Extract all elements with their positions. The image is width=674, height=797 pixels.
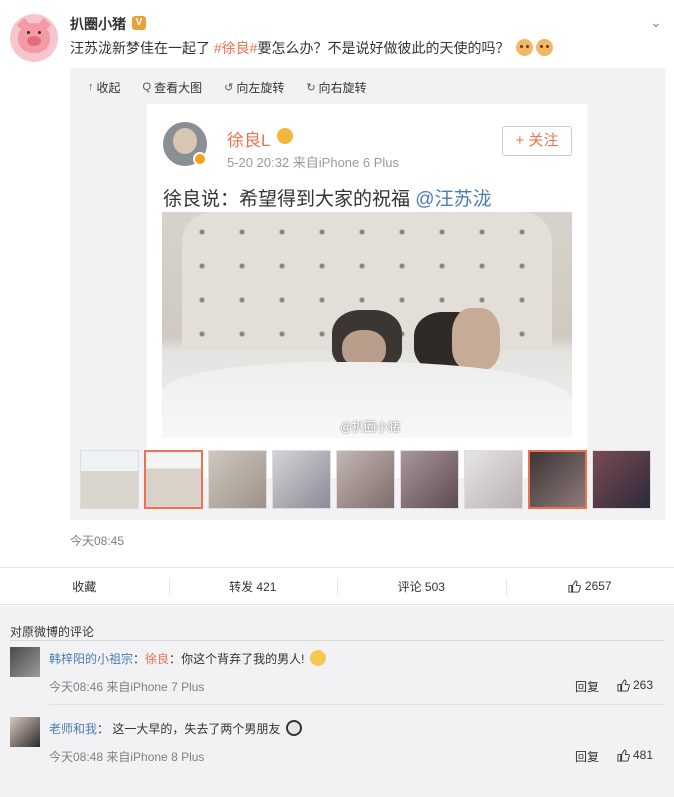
embedded-username: 徐良L: [227, 131, 271, 150]
heart-emoji-icon: [277, 128, 293, 144]
post-text: 汪苏泷新梦佳在一起了 #徐良#要怎么办？不是说好做彼此的天使的吗？: [70, 38, 554, 58]
watermark: @扒圈小猪: [340, 420, 401, 434]
emoji-icon: [309, 650, 326, 666]
username[interactable]: 扒圈小猪: [70, 14, 126, 34]
comment-item: 老师和我： 这一大早的，失去了两个男朋友 今天08:48 来自iPhone 8 …: [10, 717, 664, 779]
commenter-name[interactable]: 韩梓阳的小祖宗: [49, 652, 133, 666]
thumbnail[interactable]: [400, 450, 459, 509]
main-image[interactable]: 徐良L 5-20 20:32 来自iPhone 6 Plus + 关注 徐良说：…: [147, 104, 587, 478]
post-time[interactable]: 今天08:45: [70, 532, 124, 549]
commenter-name[interactable]: 老师和我: [49, 722, 97, 736]
thumbnail-selected[interactable]: [144, 450, 203, 509]
chevron-down-icon[interactable]: ⌄: [648, 14, 664, 30]
comment-meta: 今天08:46 来自iPhone 7 Plus: [49, 680, 205, 694]
verified-badge-icon: [193, 152, 207, 166]
verified-badge-icon: V: [132, 16, 146, 30]
comment-item: 韩梓阳的小祖宗：徐良：你这个背弃了我的男人! 今天08:46 来自iPhone …: [10, 647, 664, 709]
embedded-meta: 5-20 20:32 来自iPhone 6 Plus: [227, 155, 399, 170]
crying-emoji-icon: [285, 720, 302, 736]
thumbnail[interactable]: [592, 450, 651, 509]
hashtag-link[interactable]: #徐良#: [214, 40, 258, 56]
comments-section: 对原微博的评论 韩梓阳的小祖宗：徐良：你这个背弃了我的男人! 今天08:46 来…: [0, 606, 674, 797]
thumbnail[interactable]: [208, 450, 267, 509]
embedded-follow-button: + 关注: [502, 126, 572, 156]
thumbnail[interactable]: [464, 450, 523, 509]
comment-text: 老师和我： 这一大早的，失去了两个男朋友: [49, 720, 302, 737]
media-toolbar: ↑ 收起 Q 查看大图 ↺ 向左旋转 ↻ 向右旋转: [88, 78, 367, 96]
cat-emoji-icon: [516, 39, 534, 56]
embedded-text: 徐良说：希望得到大家的祝福 @汪苏泷: [163, 189, 492, 210]
collapse-icon: ↑: [88, 81, 94, 93]
commenter-avatar[interactable]: [10, 647, 40, 677]
media-viewer: ↑ 收起 Q 查看大图 ↺ 向左旋转 ↻ 向右旋转 徐良L 5-20 20:32…: [70, 68, 665, 520]
view-large-button[interactable]: Q 查看大图: [143, 78, 203, 96]
thumbnail-strip: [80, 450, 651, 509]
divider: [10, 640, 664, 641]
waving-hand: [452, 308, 500, 370]
thumbs-up-icon: [617, 748, 630, 762]
commenter-avatar[interactable]: [10, 717, 40, 747]
comment-like-button[interactable]: 481: [617, 748, 653, 762]
comment-meta: 今天08:48 来自iPhone 8 Plus: [49, 750, 205, 764]
repost-button[interactable]: 转发 421: [168, 568, 338, 604]
comment-like-button[interactable]: 263: [617, 678, 653, 692]
reply-button[interactable]: 回复: [575, 678, 599, 695]
comment-button[interactable]: 评论 503: [337, 568, 506, 604]
mention-link[interactable]: 徐良: [145, 652, 169, 666]
favorite-button[interactable]: 收藏: [0, 568, 169, 604]
bed-photo: @扒圈小猪: [162, 212, 572, 438]
thumbs-up-icon: [617, 678, 630, 692]
divider: [49, 704, 664, 705]
collapse-button[interactable]: ↑ 收起: [88, 78, 121, 96]
rotate-right-button[interactable]: ↻ 向右旋转: [306, 78, 366, 96]
zoom-icon: Q: [142, 81, 152, 93]
weibo-post: 扒圈小猪 V ⌄ 汪苏泷新梦佳在一起了 #徐良#要怎么办？不是说好做彼此的天使的…: [0, 0, 674, 566]
thumbnail[interactable]: [272, 450, 331, 509]
comment-text: 韩梓阳的小祖宗：徐良：你这个背弃了我的男人!: [49, 650, 326, 667]
reply-button[interactable]: 回复: [575, 748, 599, 765]
rotate-left-button[interactable]: ↺ 向左旋转: [224, 78, 284, 96]
rotate-left-icon: ↺: [224, 81, 234, 94]
rotate-right-icon: ↻: [306, 81, 316, 94]
user-avatar[interactable]: [10, 14, 58, 62]
thumbnail[interactable]: [80, 450, 139, 509]
thumbnail[interactable]: [528, 450, 587, 509]
thumbs-up-icon: [568, 579, 581, 593]
thumbnail[interactable]: [336, 450, 395, 509]
action-bar: 收藏 转发 421 评论 503 2657: [0, 567, 674, 605]
comments-title: 对原微博的评论: [10, 625, 95, 639]
cat-emoji-icon: [536, 39, 554, 56]
like-button[interactable]: 2657: [505, 568, 674, 604]
